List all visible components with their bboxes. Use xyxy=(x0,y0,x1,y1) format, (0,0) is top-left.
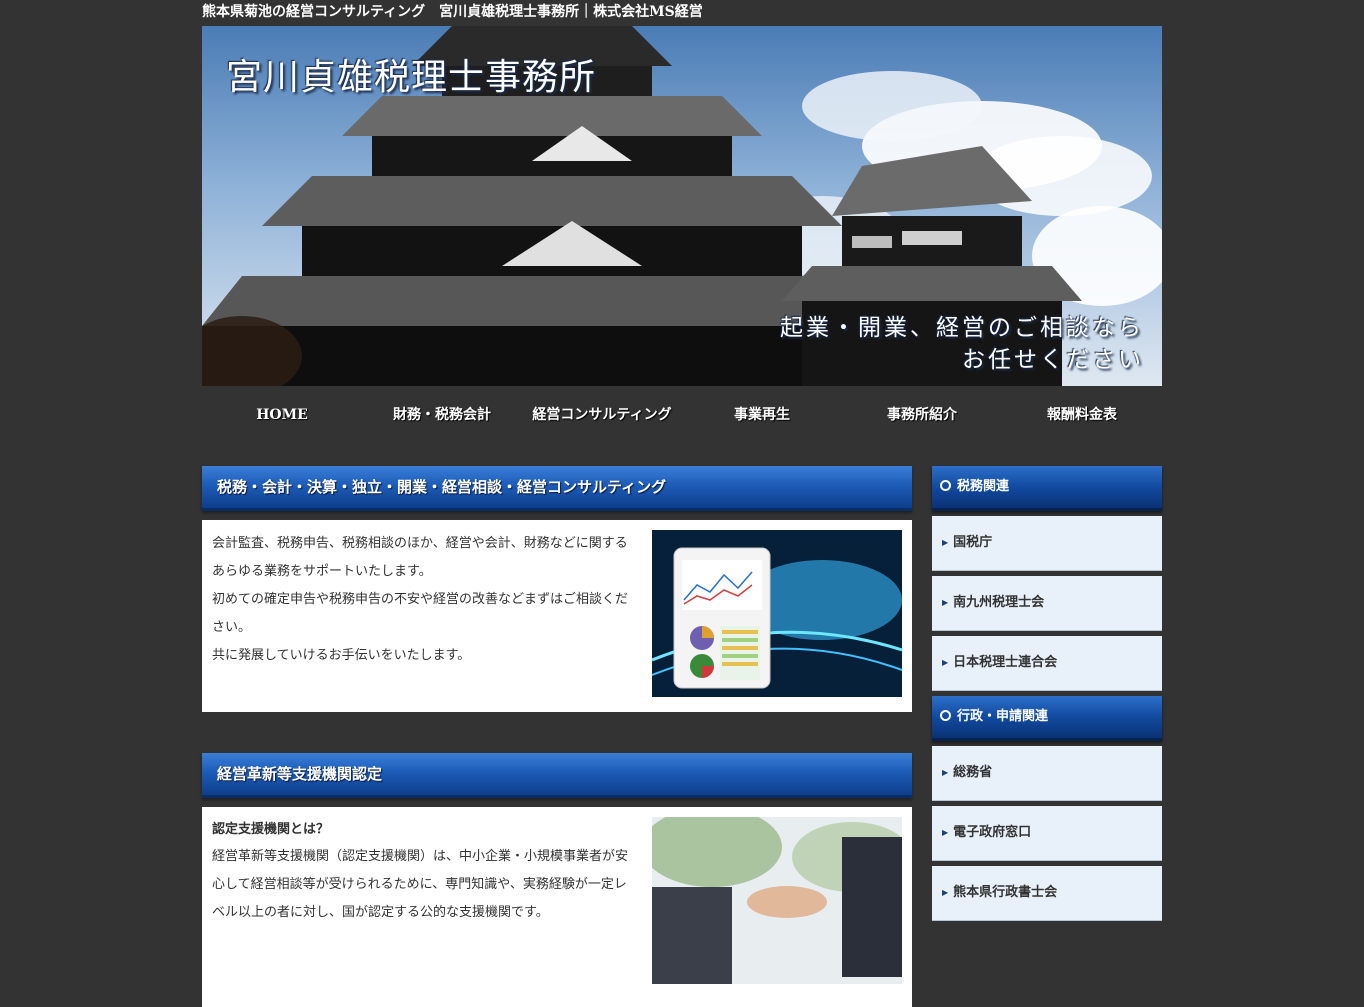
sidebar-link-minami-kyushu[interactable]: ▶ 南九州税理士会 xyxy=(932,576,1162,631)
triangle-right-icon: ▶ xyxy=(942,657,949,667)
global-nav: HOME 財務・税務会計 経営コンサルティング 事業再生 事務所紹介 報酬料金表 xyxy=(202,386,1162,446)
section-heading-certification: 経営革新等支援機関認定 xyxy=(202,753,912,798)
sidebar-link-soumu[interactable]: ▶ 総務省 xyxy=(932,746,1162,801)
sidebar-link-egov[interactable]: ▶ 電子政府窓口 xyxy=(932,806,1162,861)
triangle-right-icon: ▶ xyxy=(942,827,949,837)
sidebar-link-label: 南九州税理士会 xyxy=(953,595,1045,610)
sidebar-link-jftaa[interactable]: ▶ 日本税理士連合会 xyxy=(932,636,1162,691)
nav-fee-table[interactable]: 報酬料金表 xyxy=(1002,386,1162,446)
sidebar-link-label: 電子政府窓口 xyxy=(953,825,1032,840)
sidebar-link-label: 総務省 xyxy=(953,765,993,780)
sidebar-group-tax-title: 税務関連 xyxy=(957,479,1010,494)
triangle-right-icon: ▶ xyxy=(942,767,949,777)
sidebar-link-label: 日本税理士連合会 xyxy=(953,655,1058,670)
sidebar-group-admin-title: 行政・申請関連 xyxy=(957,709,1049,724)
sidebar-link-nta[interactable]: ▶ 国税庁 xyxy=(932,516,1162,571)
sidebar-link-kumamoto-gyosei[interactable]: ▶ 熊本県行政書士会 xyxy=(932,866,1162,921)
sidebar-group-tax: 税務関連 xyxy=(932,466,1162,511)
services-box: 会計監査、税務申告、税務相談のほか、経営や会計、財務などに関するあらゆる業務をサ… xyxy=(202,520,912,712)
hero-title: 宮川貞雄税理士事務所 xyxy=(226,57,597,98)
section-heading-services: 税務・会計・決算・独立・開業・経営相談・経営コンサルティング xyxy=(202,466,912,511)
circle-bullet-icon xyxy=(940,710,951,721)
hero-tagline: 起業・開業、経営のご相談なら xyxy=(780,315,1144,341)
services-paragraph-3: 共に発展していけるお手伝いをいたします。 xyxy=(212,648,471,663)
site-topline: 熊本県菊池の経営コンサルティング 宮川貞雄税理士事務所｜株式会社MS経営 xyxy=(202,4,703,20)
triangle-right-icon: ▶ xyxy=(942,597,949,607)
certification-subheading: 認定支援機関とは？ xyxy=(212,822,330,837)
triangle-right-icon: ▶ xyxy=(942,887,949,897)
nav-finance-tax[interactable]: 財務・税務会計 xyxy=(362,386,522,446)
services-paragraph-2: 初めての確定申告や税務申告の不安や経営の改善などまずはご相談ください。 xyxy=(212,592,629,635)
page-wrapper: 熊本県菊池の経営コンサルティング 宮川貞雄税理士事務所｜株式会社MS経営 宮川貞… xyxy=(202,0,1162,1007)
certification-box: 認定支援機関とは？ 経営革新等支援機関（認定支援機関）は、中小企業・小規模事業者… xyxy=(202,807,912,1007)
triangle-right-icon: ▶ xyxy=(942,537,949,547)
tablet-chart-image xyxy=(652,530,902,697)
nav-business-revival[interactable]: 事業再生 xyxy=(682,386,842,446)
nav-consulting[interactable]: 経営コンサルティング xyxy=(522,386,682,446)
sidebar: 税務関連 ▶ 国税庁 ▶ 南九州税理士会 ▶ 日本税理士連合会 行政・申請関連 ▶ 総務… xyxy=(932,466,1162,921)
nav-home[interactable]: HOME xyxy=(202,386,362,446)
sidebar-link-label: 国税庁 xyxy=(953,535,993,550)
main-content: 税務・会計・決算・独立・開業・経営相談・経営コンサルティング 会計監査、税務申告… xyxy=(202,466,912,1007)
hero-tagline-2: お任せください xyxy=(962,347,1144,373)
services-paragraph-1: 会計監査、税務申告、税務相談のほか、経営や会計、財務などに関するあらゆる業務をサ… xyxy=(212,536,628,579)
hero-banner: 宮川貞雄税理士事務所 起業・開業、経営のご相談なら お任せください xyxy=(202,26,1162,386)
handshake-image xyxy=(652,817,902,984)
circle-bullet-icon xyxy=(940,480,951,491)
nav-office-info[interactable]: 事務所紹介 xyxy=(842,386,1002,446)
sidebar-group-admin: 行政・申請関連 xyxy=(932,696,1162,741)
certification-paragraph: 経営革新等支援機関（認定支援機関）は、中小企業・小規模事業者が安心して経営相談等… xyxy=(212,849,629,920)
sidebar-link-label: 熊本県行政書士会 xyxy=(953,885,1058,900)
